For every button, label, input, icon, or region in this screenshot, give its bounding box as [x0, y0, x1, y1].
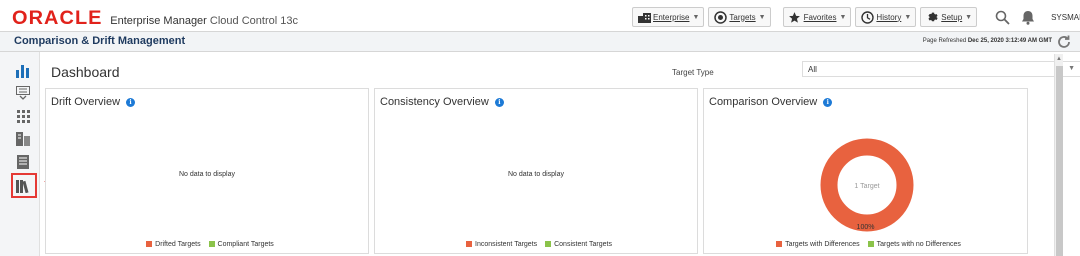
drift-icon[interactable]: [14, 84, 32, 102]
star-icon: [788, 10, 802, 24]
refresh-label: Page Refreshed: [922, 38, 967, 44]
donut-center-label: 1 Target: [854, 183, 879, 190]
legend-swatch-red: [466, 241, 473, 247]
legend-swatch-red: [776, 241, 783, 247]
brand[interactable]: ORACLE Enterprise Manager Cloud Control …: [12, 8, 298, 30]
donut-percent-label: 100%: [856, 224, 875, 231]
panel-title: Comparison Overview: [709, 96, 818, 108]
panel-title: Drift Overview: [51, 96, 121, 108]
no-data-message: No data to display: [507, 171, 565, 178]
menu-setup[interactable]: Setup ▼: [920, 7, 978, 27]
legend-label: Drifted Targets: [155, 241, 201, 248]
legend-label: Targets with Differences: [785, 241, 860, 248]
global-menu: Enterprise ▼ Targets ▼ Favorites ▼ History ▼…: [632, 7, 1080, 27]
comparison-donut-chart[interactable]: 1 Target: [817, 135, 917, 235]
menu-label: History: [876, 12, 902, 22]
oracle-logo: ORACLE: [12, 8, 103, 29]
caret-down-icon: ▼: [965, 13, 973, 21]
templates-icon[interactable]: [14, 130, 32, 148]
legend-swatch-green: [867, 241, 874, 247]
legend-label: Consistent Targets: [554, 241, 612, 248]
search-icon[interactable]: [993, 8, 1011, 26]
menu-history[interactable]: History ▼: [855, 7, 917, 27]
user-menu[interactable]: SYSMAN▼: [1051, 13, 1080, 22]
gear-icon: [925, 10, 939, 24]
menu-targets[interactable]: Targets ▼: [708, 7, 771, 27]
dashboard-content: Dashboard Target Type All ▼ Drift Overvi…: [40, 52, 1080, 256]
page-title: Comparison & Drift Management: [14, 35, 186, 47]
chart-legend: Targets with Differences Targets with no…: [704, 241, 1027, 248]
info-icon[interactable]: i: [823, 97, 833, 107]
refresh-time: Dec 25, 2020 3:12:49 AM GMT: [967, 38, 1052, 44]
caret-down-icon: ▼: [758, 13, 766, 21]
menu-label: Enterprise: [653, 12, 690, 22]
legend-label: Inconsistent Targets: [475, 241, 538, 248]
caret-down-icon: ▼: [839, 13, 847, 21]
page-header: Comparison & Drift Management Page Refre…: [0, 32, 1080, 52]
scroll-thumb[interactable]: [1056, 66, 1063, 256]
panel-title: Consistency Overview: [380, 96, 489, 108]
targets-icon: [713, 10, 727, 24]
bell-icon[interactable]: [1019, 8, 1037, 26]
top-bar: ORACLE Enterprise Manager Cloud Control …: [0, 0, 1080, 32]
consistency-overview-panel: Consistency Overview i No data to display…: [374, 88, 698, 254]
menu-favorites[interactable]: Favorites ▼: [782, 7, 852, 27]
product-name: Enterprise Manager: [110, 15, 207, 27]
legend-label: Compliant Targets: [217, 241, 274, 248]
chart-legend: Inconsistent Targets Consistent Targets: [375, 241, 697, 248]
scroll-up-icon[interactable]: ▲: [1056, 56, 1062, 62]
product-edition: Cloud Control 13c: [209, 15, 298, 27]
legend-swatch-green: [545, 241, 552, 247]
menu-label: Setup: [941, 12, 963, 22]
caret-down-icon: ▼: [1068, 65, 1075, 72]
comparison-overview-panel: Comparison Overview i 1 Target 100% Targe…: [703, 88, 1028, 254]
legend-swatch-green: [208, 241, 215, 247]
dashboard-title: Dashboard: [51, 64, 120, 80]
vertical-scrollbar[interactable]: ▲: [1054, 54, 1063, 256]
no-data-message: No data to display: [178, 171, 236, 178]
target-type-value: All: [808, 65, 817, 74]
enterprise-icon: [637, 10, 651, 24]
comparisons-icon[interactable]: [14, 107, 32, 125]
menu-enterprise[interactable]: Enterprise ▼: [632, 7, 705, 27]
info-icon[interactable]: i: [126, 97, 136, 107]
legend-label: Targets with no Differences: [876, 241, 961, 248]
legend-swatch-red: [146, 241, 153, 247]
caret-down-icon: ▼: [692, 13, 700, 21]
menu-label: Favorites: [803, 12, 837, 22]
chart-legend: Drifted Targets Compliant Targets: [46, 241, 368, 248]
refresh-icon[interactable]: [1056, 34, 1072, 50]
refresh-status: Page Refreshed Dec 25, 2020 3:12:49 AM G…: [923, 38, 1052, 44]
drift-overview-panel: Drift Overview i No data to display Drift…: [45, 88, 369, 254]
target-type-label: Target Type: [672, 68, 714, 77]
clock-icon: [860, 10, 874, 24]
caret-down-icon: ▼: [904, 13, 912, 21]
dashboard-icon[interactable]: [14, 62, 32, 80]
user-name: SYSMAN: [1051, 12, 1080, 22]
menu-label: Targets: [729, 12, 756, 22]
info-icon[interactable]: i: [494, 97, 504, 107]
target-type-select[interactable]: All ▼: [802, 61, 1080, 77]
